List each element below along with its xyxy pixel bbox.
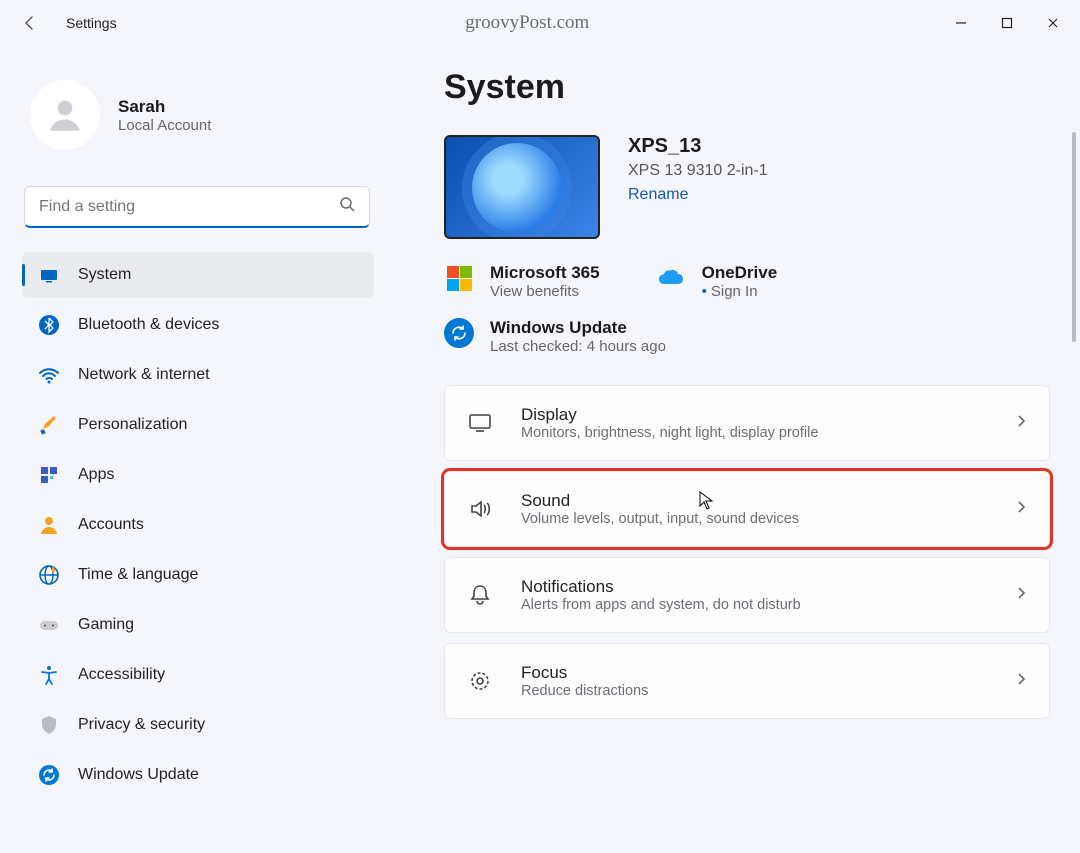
maximize-button[interactable] [984,7,1030,39]
device-name: XPS_13 [628,135,768,158]
nav-label: Accounts [78,516,144,534]
nav-label: Time & language [78,566,198,584]
nav-label: Gaming [78,616,134,634]
card-display[interactable]: DisplayMonitors, brightness, night light… [444,385,1050,461]
profile-subtitle: Local Account [118,117,211,134]
card-title: Display [521,405,1015,425]
chevron-right-icon [1015,500,1027,519]
m365-title: Microsoft 365 [490,263,600,283]
card-focus[interactable]: FocusReduce distractions [444,643,1050,719]
nav-item-windows-update[interactable]: Windows Update [22,752,374,798]
update-sub: Last checked: 4 hours ago [490,338,666,355]
chevron-right-icon [1015,672,1027,691]
scrollbar[interactable] [1072,132,1076,342]
nav-label: Privacy & security [78,716,205,734]
page-title: System [444,68,1050,107]
nav-item-network-internet[interactable]: Network & internet [22,352,374,398]
display-icon [467,410,493,436]
gamepad-icon [38,614,60,636]
nav-item-bluetooth-devices[interactable]: Bluetooth & devices [22,302,374,348]
main-content: System XPS_13 XPS 13 9310 2-in-1 Rename … [390,46,1080,853]
wifi-icon [38,364,60,386]
bell-icon [467,582,493,608]
nav-label: Windows Update [78,766,199,784]
avatar [30,80,100,150]
nav-item-system[interactable]: System [22,252,374,298]
nav-label: Accessibility [78,666,165,684]
profile-name: Sarah [118,97,211,117]
settings-window: Settings groovyPost.com Sarah Local Acco… [0,0,1080,853]
onedrive-sub: •Sign In [702,283,778,300]
card-title: Notifications [521,577,1015,597]
search-input[interactable] [24,186,370,228]
app-title: Settings [66,15,117,31]
nav-label: Bluetooth & devices [78,316,219,334]
device-model: XPS 13 9310 2-in-1 [628,162,768,180]
sync-icon [444,318,474,348]
onedrive-icon [656,263,686,293]
focus-icon [467,668,493,694]
card-notifications[interactable]: NotificationsAlerts from apps and system… [444,557,1050,633]
back-button[interactable] [16,9,44,37]
titlebar: Settings groovyPost.com [0,0,1080,46]
card-subtitle: Monitors, brightness, night light, displ… [521,425,1015,441]
minimize-button[interactable] [938,7,984,39]
sync-icon [38,764,60,786]
window-controls [938,7,1076,39]
nav-item-time-language[interactable]: Time & language [22,552,374,598]
settings-cards: DisplayMonitors, brightness, night light… [444,385,1050,739]
system-icon [38,264,60,286]
profile-block[interactable]: Sarah Local Account [22,80,380,176]
rename-link[interactable]: Rename [628,186,768,204]
chevron-right-icon [1015,414,1027,433]
nav-item-gaming[interactable]: Gaming [22,602,374,648]
search-icon [339,196,355,217]
bluetooth-icon [38,314,60,336]
apps-icon [38,464,60,486]
chevron-right-icon [1015,586,1027,605]
update-title: Windows Update [490,318,666,338]
nav-label: System [78,266,131,284]
card-title: Focus [521,663,1015,683]
device-summary: XPS_13 XPS 13 9310 2-in-1 Rename [444,135,1050,239]
nav-list: System Bluetooth & devices Network & inter… [22,252,380,798]
nav-item-accessibility[interactable]: Accessibility [22,652,374,698]
card-sound[interactable]: SoundVolume levels, output, input, sound… [444,471,1050,547]
onedrive-title: OneDrive [702,263,778,283]
search-field[interactable] [39,198,339,216]
watermark: groovyPost.com [465,12,589,34]
sidebar: Sarah Local Account System Bluetooth & de… [0,46,390,853]
nav-item-privacy-security[interactable]: Privacy & security [22,702,374,748]
card-subtitle: Volume levels, output, input, sound devi… [521,511,999,527]
nav-item-apps[interactable]: Apps [22,452,374,498]
brush-icon [38,414,60,436]
cursor-icon [699,491,715,511]
windows-update-tile[interactable]: Windows Update Last checked: 4 hours ago [444,318,1050,355]
nav-item-accounts[interactable]: Accounts [22,502,374,548]
shield-icon [38,714,60,736]
card-subtitle: Alerts from apps and system, do not dist… [521,597,1015,613]
m365-tile[interactable]: Microsoft 365 View benefits [444,263,600,300]
device-thumbnail [444,135,600,239]
onedrive-tile[interactable]: OneDrive •Sign In [656,263,778,300]
nav-label: Personalization [78,416,187,434]
card-title: Sound [521,491,999,511]
close-button[interactable] [1030,7,1076,39]
person-icon [38,514,60,536]
nav-item-personalization[interactable]: Personalization [22,402,374,448]
nav-label: Apps [78,466,114,484]
nav-label: Network & internet [78,366,210,384]
m365-sub: View benefits [490,283,600,300]
accessibility-icon [38,664,60,686]
microsoft-icon [444,263,474,293]
card-subtitle: Reduce distractions [521,683,1015,699]
sound-icon [467,496,493,522]
globe-icon [38,564,60,586]
